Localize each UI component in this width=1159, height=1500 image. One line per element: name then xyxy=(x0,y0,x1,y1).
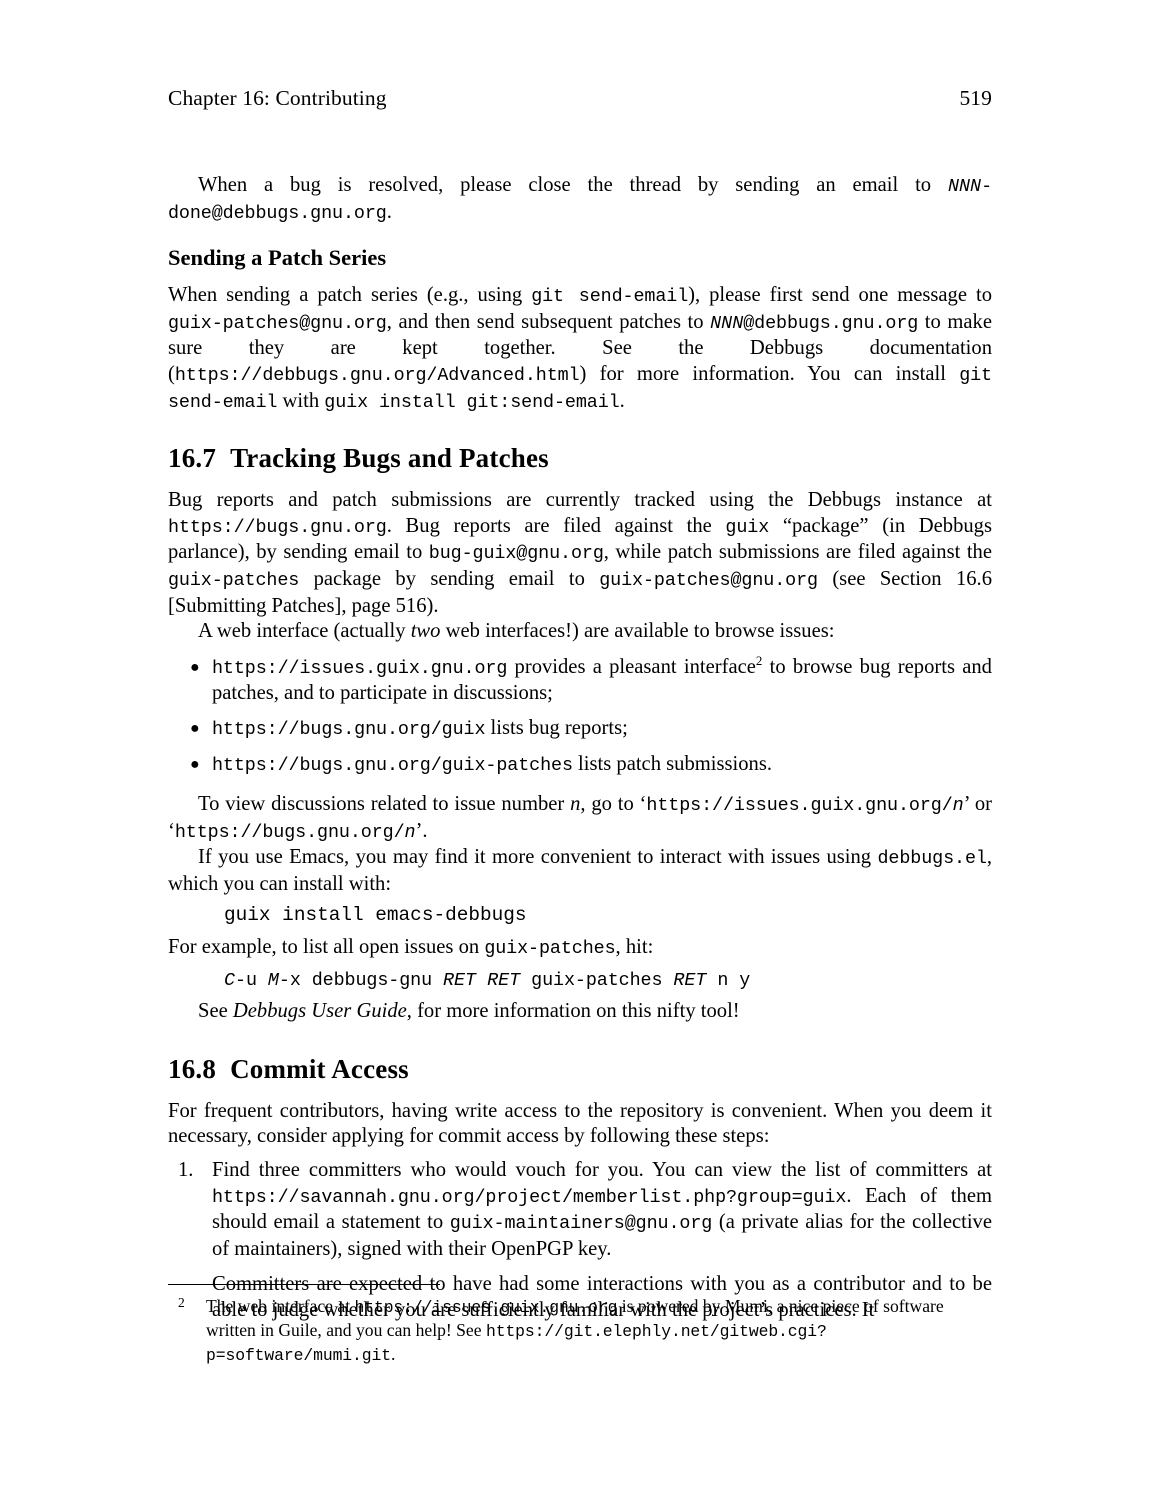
intro-text-before: When a bug is resolved, please close the… xyxy=(198,174,948,196)
bullet-text-a: lists bug reports; xyxy=(485,716,628,739)
s167-paragraph-3: To view discussions related to issue num… xyxy=(168,792,992,845)
s167-p5-text-b: , hit: xyxy=(615,936,654,959)
list-item: ● https://bugs.gnu.org/guix lists bug rep… xyxy=(168,716,992,743)
list-item: ● https://bugs.gnu.org/guix-patches lists… xyxy=(168,752,992,779)
s167-text-a: Bug reports and patch submissions are cu… xyxy=(168,489,992,512)
s167-p2-text-a: A web interface (actually xyxy=(198,620,411,643)
ps-url-advanced-html: https://debbugs.gnu.org/Advanced.html xyxy=(174,364,580,386)
ps-text-a: When sending a patch series (e.g., using xyxy=(168,284,532,307)
footnote-rule xyxy=(168,1284,440,1285)
key-c-rest: -u xyxy=(235,969,268,991)
s167-emphasis-two: two xyxy=(410,620,441,643)
footnote-text-a: The web interface at xyxy=(206,1296,355,1316)
s167-url-bugs-n: https://bugs.gnu.org/ xyxy=(174,821,405,843)
bullet-url-bugs-guix[interactable]: https://bugs.gnu.org/guix xyxy=(212,719,486,740)
s167-code-guix-patches: guix-patches xyxy=(168,569,300,591)
patch-series-paragraph: When sending a patch series (e.g., using… xyxy=(168,283,992,415)
list-item: ● https://issues.guix.gnu.org provides a … xyxy=(168,654,992,707)
step-paragraph-1: Find three committers who would vouch fo… xyxy=(212,1158,992,1262)
s167-p6-text-b: , for more information on this nifty too… xyxy=(406,1000,740,1023)
ps-metavar-nnn: NNN xyxy=(710,312,744,334)
s167-code-guix-patches-email: guix-patches@gnu.org xyxy=(599,569,818,591)
s167-text-d: , while patch submissions are filed agai… xyxy=(603,541,992,564)
web-interfaces-list: ● https://issues.guix.gnu.org provides a … xyxy=(168,654,992,779)
s167-p3-text-d: ’. xyxy=(415,819,428,842)
key-ret-rest: guix-patches xyxy=(520,969,674,991)
intro-paragraph: When a bug is resolved, please close the… xyxy=(168,173,992,226)
heading-section-16-8: 16.8 Commit Access xyxy=(168,1054,992,1085)
bullet-icon: ● xyxy=(190,719,200,737)
footnote-entry: 2 The web interface at https://issues.gui… xyxy=(168,1295,992,1367)
key-ret: RET xyxy=(673,969,707,991)
s167-p4-text-a: If you use Emacs, you may find it more c… xyxy=(198,846,878,869)
s167-citation-debbugs-user-guide: Debbugs User Guide xyxy=(232,1000,407,1023)
running-head: Chapter 16: Contributing 519 xyxy=(168,0,992,111)
s167-text-b: . Bug reports are filed against the xyxy=(386,514,726,537)
footnote-url-issues-guix[interactable]: https://issues.guix.gnu.org xyxy=(354,1298,617,1317)
bullet-icon: ● xyxy=(190,658,200,676)
page-content: Chapter 16: Contributing 519 When a bug … xyxy=(168,0,992,1324)
bullet-icon: ● xyxy=(190,755,200,773)
s167-paragraph-4: If you use Emacs, you may find it more c… xyxy=(168,845,992,897)
section-title-16-7: Tracking Bugs and Patches xyxy=(230,443,549,474)
running-head-title: Chapter 16: Contributing xyxy=(168,86,387,110)
s167-metavar-n: n xyxy=(570,793,581,816)
s167-code-debbugs-el: debbugs.el xyxy=(877,848,987,870)
footnote-text-c: . xyxy=(390,1344,396,1364)
intro-text-after: . xyxy=(386,200,392,223)
heading-sending-a-patch-series: Sending a Patch Series xyxy=(168,245,387,271)
ps-text-g: . xyxy=(619,389,625,412)
section-title-16-8: Commit Access xyxy=(230,1053,409,1084)
document-page: Chapter 16: Contributing 519 When a bug … xyxy=(0,0,1159,1500)
step-code-guix-maintainers-email: guix-maintainers@gnu.org xyxy=(449,1213,713,1235)
s167-paragraph-6: See Debbugs User Guide, for more informa… xyxy=(168,999,992,1025)
s167-code-guix-patches-2: guix-patches xyxy=(484,938,616,960)
intro-email-metavar: NNN xyxy=(947,176,982,197)
ps-code-guix-patches-email: guix-patches@gnu.org xyxy=(168,312,387,334)
bullet-url-bugs-guix-patches[interactable]: https://bugs.gnu.org/guix-patches xyxy=(212,755,573,776)
s167-p6-text-a: See xyxy=(198,1000,233,1023)
s167-paragraph-2: A web interface (actually two web interf… xyxy=(168,619,992,645)
s167-paragraph-1: Bug reports and patch submissions are cu… xyxy=(168,488,992,619)
s167-code-bug-guix-email: bug-guix@gnu.org xyxy=(428,543,604,565)
s167-code-guix: guix xyxy=(725,516,770,538)
step-url-savannah-memberlist[interactable]: https://savannah.gnu.org/project/memberl… xyxy=(212,1187,846,1208)
s167-p5-text-a: For example, to list all open issues on xyxy=(168,936,485,959)
bullet-text-a: provides a pleasant interface xyxy=(507,655,756,678)
key-ret-tail: n y xyxy=(706,969,751,991)
s167-p3-text-b: , go to ‘ xyxy=(580,793,647,816)
code-block-keybinding: C-u M-x debbugs-gnu RET RET guix-patches… xyxy=(168,968,992,994)
step-text-a: Find three committers who would vouch fo… xyxy=(212,1159,992,1182)
s167-text-e: package by sending email to xyxy=(299,567,600,590)
ps-code-debbugs-email: @debbugs.gnu.org xyxy=(743,312,919,334)
s168-paragraph-1: For frequent contributors, having write … xyxy=(168,1099,992,1148)
key-m: M xyxy=(267,969,279,991)
s167-url-bugs-n-var: n xyxy=(404,821,416,843)
ps-text-b: ), please first send one message to xyxy=(688,284,992,307)
key-c: C xyxy=(224,969,236,991)
ps-code-git-send-email: git send-email xyxy=(531,286,689,308)
ps-text-f: with xyxy=(277,389,325,412)
s167-paragraph-5: For example, to list all open issues on … xyxy=(168,935,992,962)
code-block-guix-install-emacs-debbugs: guix install emacs-debbugs xyxy=(224,904,527,927)
bullet-text-a: lists patch submissions. xyxy=(572,752,772,775)
section-number-16-7: 16.7 xyxy=(168,443,217,474)
ps-text-e: ) for more information. You can install xyxy=(579,362,960,385)
footnote-area: 2 The web interface at https://issues.gui… xyxy=(168,1284,992,1367)
section-number-16-8: 16.8 xyxy=(168,1053,217,1084)
s167-p2-text-b: web interfaces!) are available to browse… xyxy=(440,620,835,643)
footnote-number: 2 xyxy=(178,1295,185,1310)
ps-text-c: , and then send subsequent patches to xyxy=(386,310,711,333)
ps-code-guix-install: guix install git:send-email xyxy=(324,391,620,413)
heading-section-16-7: 16.7 Tracking Bugs and Patches xyxy=(168,443,992,474)
s167-url-issues-n: https://issues.guix.gnu.org/ xyxy=(646,795,953,817)
page-number: 519 xyxy=(959,86,992,110)
s167-p3-text-a: To view discussions related to issue num… xyxy=(198,793,571,816)
s167-url-issues-n-var: n xyxy=(952,795,964,817)
s167-url-bugs-gnu: https://bugs.gnu.org xyxy=(168,516,387,538)
step-number: 1. xyxy=(178,1159,194,1182)
key-ret-pair: RET RET xyxy=(442,969,521,991)
key-m-rest: -x debbugs-gnu xyxy=(278,969,443,991)
bullet-url-issues-guix[interactable]: https://issues.guix.gnu.org xyxy=(212,658,507,679)
